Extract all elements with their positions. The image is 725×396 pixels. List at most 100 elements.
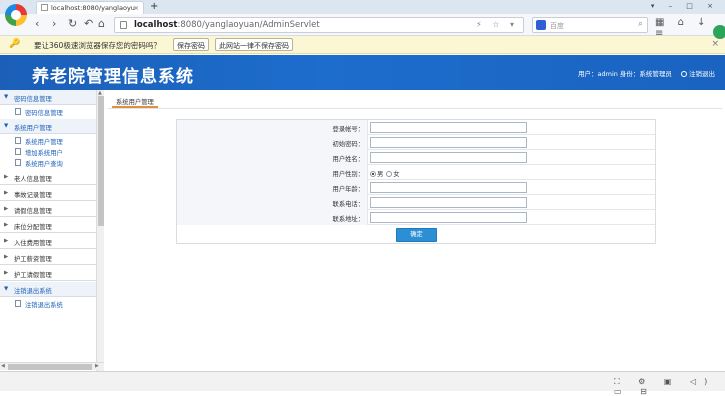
sidebar-vertical-scrollbar[interactable]: ▲ ▼ [96,90,104,371]
radio-button[interactable] [370,171,376,177]
sidebar-item-label: 注销退出系统 [25,302,63,309]
expand-right-icon: ▶ [4,222,9,228]
sidebar-group-label: 密码信息管理 [14,96,52,103]
search-box[interactable]: 百度 ⌕ [532,17,648,33]
window-controls[interactable]: ▾ – □ × [651,2,719,10]
sidebar-group[interactable]: ▶ 请假信息管理 [0,202,96,217]
form-row: 用户性别：男女 [177,165,655,180]
scroll-right-icon[interactable]: ▶ [95,363,99,369]
address-host: localhost [134,20,178,30]
sidebar-group[interactable]: ▶ 护工请假管理 [0,266,96,281]
sidebar-group-label: 事故记录管理 [14,192,52,199]
sidebar-group[interactable]: ▶ 入住费用管理 [0,234,96,249]
browser-status-bar: ⛶ ⚙ ▣ ◁) ▭ ⊟ [0,371,725,396]
form-row: 初始密码： [177,135,655,150]
document-icon [15,148,21,155]
search-engine-icon[interactable] [536,20,546,30]
app-header: 养老院管理信息系统 用户：admin 身份：系统管理员 注销退出 [0,55,725,90]
gender-radio-group: 男女 [370,169,403,178]
sidebar-group-label: 入住费用管理 [14,240,52,247]
form-row: 用户姓名： [177,150,655,165]
tab-divider [108,108,722,109]
sidebar-group[interactable]: ▶ 老人信息管理 [0,170,96,185]
field-label: 初始密码： [177,135,368,150]
browser-nav-bar: ‹ › ↻ ↶ ⌂ localhost:8080/yanglaoyuan/Adm… [0,14,725,39]
tab-close-icon[interactable]: × [134,4,139,12]
save-password-message: 要让360极速浏览器保存您的密码吗？ [34,41,161,50]
sidebar-group[interactable]: ▶ 护工薪资管理 [0,250,96,265]
back-icon[interactable]: ‹ [35,17,39,30]
expand-right-icon: ▶ [4,190,9,196]
app-title: 养老院管理信息系统 [32,67,194,87]
sidebar-horizontal-scrollbar[interactable]: ◀ ▶ [0,362,104,370]
sidebar-item-label: 系统用户查询 [25,161,63,168]
radio-button[interactable] [386,171,393,177]
address-url: localhost:8080/yanglaoyuan/AdminServlet [134,20,320,30]
logout-label: 注销退出 [689,70,715,78]
scroll-left-icon[interactable]: ◀ [1,363,5,369]
sidebar-group[interactable]: ▶ 床位分配管理 [0,218,96,233]
sidebar-group[interactable]: ▼ 密码信息管理 [0,90,96,105]
sidebar-group[interactable]: ▼ 系统用户管理 [0,119,96,134]
sidebar-item[interactable]: 系统用户管理 [0,135,96,146]
submit-button[interactable]: 确定 [396,228,437,242]
sidebar-item-label: 系统用户管理 [25,139,63,146]
browser-tab[interactable]: localhost:8080/yanglaoyu × [36,1,144,14]
field-label: 用户性别： [177,165,368,180]
forward-icon[interactable]: › [52,17,56,30]
search-icon[interactable]: ⌕ [638,19,643,29]
text-input[interactable] [370,212,527,223]
save-password-button[interactable]: 保存密码 [173,38,209,51]
extension-badge-icon[interactable] [713,25,725,39]
page-icon [41,4,48,11]
sidebar-group-label: 护工薪资管理 [14,256,52,263]
sidebar-item[interactable]: 密码信息管理 [0,106,96,117]
text-input[interactable] [370,137,527,148]
logout-link[interactable]: 注销退出 [681,68,715,78]
sidebar-group-label: 系统用户管理 [14,125,52,132]
radio-label: 男 [377,171,384,178]
expand-right-icon: ▶ [4,174,9,180]
status-bar-icons[interactable]: ⛶ ⚙ ▣ ◁) ▭ ⊟ [614,377,725,396]
field-label: 联系电话： [177,195,368,210]
sidebar-group[interactable]: ▶ 事故记录管理 [0,186,96,201]
expand-right-icon: ▶ [4,254,9,260]
user-info: 用户：admin 身份：系统管理员 [578,70,672,78]
new-tab-button[interactable]: + [150,1,158,12]
expand-right-icon: ▶ [4,238,9,244]
text-input[interactable] [370,182,527,193]
sidebar: ▼ 密码信息管理 密码信息管理 ▼ 系统用户管理 系统用户管理 增加系统用户 系统用户查询 ▶ 老… [0,90,104,371]
sidebar-group[interactable]: ▼ 注销退出系统 [0,282,96,297]
form-row: 用户年龄： [177,180,655,195]
field-label: 用户姓名： [177,150,368,165]
home-icon[interactable]: ⌂ [98,17,105,30]
expand-down-icon: ▼ [4,123,9,129]
save-password-bar: 🔑 要让360极速浏览器保存您的密码吗？ 保存密码 此网站一律不保存密码 × [0,36,725,54]
field-label: 联系地址： [177,210,368,225]
sidebar-group-label: 床位分配管理 [14,224,52,231]
text-input[interactable] [370,152,527,163]
browser-tab-bar: localhost:8080/yanglaoyu × + ▾ – □ × [0,0,725,14]
scroll-thumb-horizontal[interactable] [8,364,92,370]
browser-tab-title: localhost:8080/yanglaoyu [51,4,135,12]
never-save-button[interactable]: 此网站一律不保存密码 [215,38,293,51]
sidebar-group-label: 老人信息管理 [14,176,52,183]
user-form: 登录帐号： 初始密码： 用户姓名： 用户性别：男女用户年龄： 联系电话： 联系地址： 确定 [176,119,656,244]
address-actions-icon[interactable]: ⚡ ☆ ▾ [476,20,518,29]
sidebar-item[interactable]: 注销退出系统 [0,298,96,309]
key-icon: 🔑 [9,39,21,49]
field-label: 用户年龄： [177,180,368,195]
undo-icon[interactable]: ↶ [84,17,93,30]
tab-system-user-management[interactable]: 系统用户管理 [112,94,158,108]
close-icon[interactable]: × [711,39,719,49]
text-input[interactable] [370,122,527,133]
form-row: 联系电话： [177,195,655,210]
address-bar[interactable]: localhost:8080/yanglaoyuan/AdminServlet … [114,17,524,33]
text-input[interactable] [370,197,527,208]
expand-right-icon: ▶ [4,270,9,276]
page-info-icon [120,21,127,29]
scroll-thumb[interactable] [98,96,104,226]
sidebar-item[interactable]: 增加系统用户 [0,146,96,157]
sidebar-item[interactable]: 系统用户查询 [0,157,96,168]
refresh-icon[interactable]: ↻ [68,17,77,30]
